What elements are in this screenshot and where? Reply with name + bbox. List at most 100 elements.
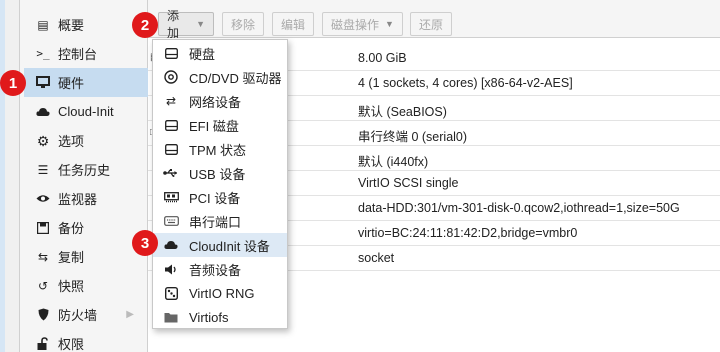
- sidebar-item-monitor[interactable]: 监视器: [24, 184, 148, 213]
- menu-item-usb-device[interactable]: USB 设备: [153, 161, 287, 185]
- row-value: socket: [358, 251, 395, 265]
- menu-item-tpm-state[interactable]: TPM 状态: [153, 137, 287, 161]
- menu-item-label: VirtIO RNG: [189, 285, 255, 301]
- vm-sidebar: ▤ 概要 >_ 控制台 硬件 Cloud-Init ⚙ 选项 ☰ 任务历史 监视…: [24, 0, 148, 352]
- terminal-icon: >_: [36, 47, 50, 60]
- retweet-icon: ⇆: [37, 249, 49, 264]
- left-resource-strip: [0, 0, 20, 352]
- sidebar-item-hardware[interactable]: 硬件: [24, 68, 148, 97]
- folder-icon: [163, 310, 179, 324]
- menu-item-label: 网络设备: [189, 94, 242, 110]
- cloud-icon: [163, 238, 179, 252]
- menu-item-label: USB 设备: [189, 166, 246, 182]
- hdd-icon: [163, 118, 179, 132]
- menu-item-network-device[interactable]: ⇄ 网络设备: [153, 89, 287, 113]
- shield-icon: [36, 308, 50, 322]
- menu-item-label: 音频设备: [189, 262, 242, 278]
- sidebar-item-label: 复制: [58, 250, 85, 265]
- sidebar-item-permissions[interactable]: 权限: [24, 329, 148, 352]
- menu-item-efi-disk[interactable]: EFI 磁盘: [153, 113, 287, 137]
- sidebar-item-summary[interactable]: ▤ 概要: [24, 10, 148, 39]
- chevron-down-icon: ▼: [196, 19, 205, 29]
- menu-item-virtio-rng[interactable]: VirtIO RNG: [153, 281, 287, 305]
- edit-button-label: 编辑: [281, 17, 306, 32]
- row-value: 默认 (SeaBIOS): [358, 105, 447, 119]
- sidebar-item-options[interactable]: ⚙ 选项: [24, 126, 148, 155]
- chevron-down-icon: ▼: [385, 19, 394, 29]
- book-icon: ▤: [37, 17, 49, 32]
- hardware-toolbar: 添加 ▼ 移除 编辑 磁盘操作 ▼ 还原: [148, 0, 720, 40]
- monitor-icon: [36, 76, 50, 90]
- remove-button-label: 移除: [231, 17, 256, 32]
- sidebar-item-label: 备份: [58, 221, 85, 236]
- sidebar-item-label: 防火墙: [58, 308, 98, 323]
- add-button-label: 添加: [167, 9, 180, 40]
- remove-button[interactable]: 移除: [222, 12, 265, 36]
- dice-icon: [163, 286, 179, 300]
- pci-card-icon: [163, 190, 179, 204]
- sidebar-item-firewall[interactable]: 防火墙 ▶: [24, 300, 148, 329]
- menu-item-label: PCI 设备: [189, 190, 241, 206]
- history-icon: ↺: [37, 278, 49, 293]
- revert-button[interactable]: 还原: [410, 12, 453, 36]
- sidebar-item-label: 监视器: [58, 192, 98, 207]
- sidebar-item-cloud-init[interactable]: Cloud-Init: [24, 97, 148, 126]
- sidebar-item-snapshot[interactable]: ↺ 快照: [24, 271, 148, 300]
- volume-icon: [163, 262, 179, 276]
- menu-item-serial-port[interactable]: 串行端口: [153, 209, 287, 233]
- sidebar-item-label: 权限: [58, 337, 85, 352]
- menu-item-label: EFI 磁盘: [189, 118, 239, 134]
- list-icon: ☰: [37, 162, 49, 177]
- menu-item-label: 串行端口: [189, 214, 242, 230]
- add-dropdown-menu: 硬盘 CD/DVD 驱动器 ⇄ 网络设备 EFI 磁盘 TPM 状态 USB 设…: [152, 39, 288, 329]
- disk-action-button-label: 磁盘操作: [331, 17, 380, 32]
- revert-button-label: 还原: [419, 17, 444, 32]
- eye-icon: [36, 192, 50, 206]
- disk-action-button[interactable]: 磁盘操作 ▼: [322, 12, 403, 36]
- row-value: VirtIO SCSI single: [358, 176, 459, 190]
- row-value: data-HDD:301/vm-301-disk-0.qcow2,iothrea…: [358, 201, 680, 215]
- usb-icon: [163, 166, 179, 180]
- sidebar-item-backup[interactable]: 备份: [24, 213, 148, 242]
- floppy-icon: [36, 221, 50, 235]
- exchange-icon: ⇄: [165, 94, 177, 108]
- callout-marker: 3: [132, 230, 158, 256]
- callout-marker: 1: [0, 70, 26, 96]
- cloud-icon: [36, 105, 50, 119]
- cdrom-icon: [163, 70, 179, 84]
- menu-item-label: TPM 状态: [189, 142, 247, 158]
- sidebar-item-label: 概要: [58, 18, 85, 33]
- sidebar-item-replication[interactable]: ⇆ 复制: [24, 242, 148, 271]
- sidebar-item-label: 控制台: [58, 47, 98, 62]
- callout-marker: 2: [132, 12, 158, 38]
- sidebar-item-console[interactable]: >_ 控制台: [24, 39, 148, 68]
- unlock-icon: [36, 337, 50, 351]
- chevron-right-icon: ▶: [126, 309, 134, 320]
- row-value: 默认 (i440fx): [358, 155, 429, 169]
- sidebar-item-label: Cloud-Init: [58, 104, 114, 119]
- menu-item-virtiofs[interactable]: Virtiofs: [153, 305, 287, 329]
- resource-tree-selection: [0, 0, 5, 352]
- edit-button[interactable]: 编辑: [272, 12, 315, 36]
- menu-item-label: Virtiofs: [189, 309, 229, 325]
- sidebar-item-label: 硬件: [58, 76, 85, 91]
- sidebar-item-label: 任务历史: [58, 163, 111, 178]
- hdd-icon: [163, 142, 179, 156]
- menu-item-cd-dvd[interactable]: CD/DVD 驱动器: [153, 65, 287, 89]
- sidebar-item-label: 选项: [58, 134, 85, 149]
- add-button[interactable]: 添加 ▼: [158, 9, 214, 40]
- menu-item-audio-device[interactable]: 音频设备: [153, 257, 287, 281]
- row-value: 串行终端 0 (serial0): [358, 130, 468, 144]
- row-value: virtio=BC:24:11:81:42:D2,bridge=vmbr0: [358, 226, 578, 240]
- menu-item-label: CloudInit 设备: [189, 238, 270, 254]
- gear-icon: ⚙: [36, 132, 50, 149]
- sidebar-item-label: 快照: [58, 279, 85, 294]
- menu-item-cloudinit-device[interactable]: CloudInit 设备: [153, 233, 287, 257]
- sidebar-item-task-history[interactable]: ☰ 任务历史: [24, 155, 148, 184]
- menu-item-hard-disk[interactable]: 硬盘: [153, 41, 287, 65]
- menu-item-pci-device[interactable]: PCI 设备: [153, 185, 287, 209]
- hdd-icon: [163, 46, 179, 60]
- keyboard-icon: [163, 214, 179, 228]
- row-value: 8.00 GiB: [358, 51, 407, 65]
- row-value: 4 (1 sockets, 4 cores) [x86-64-v2-AES]: [358, 76, 573, 90]
